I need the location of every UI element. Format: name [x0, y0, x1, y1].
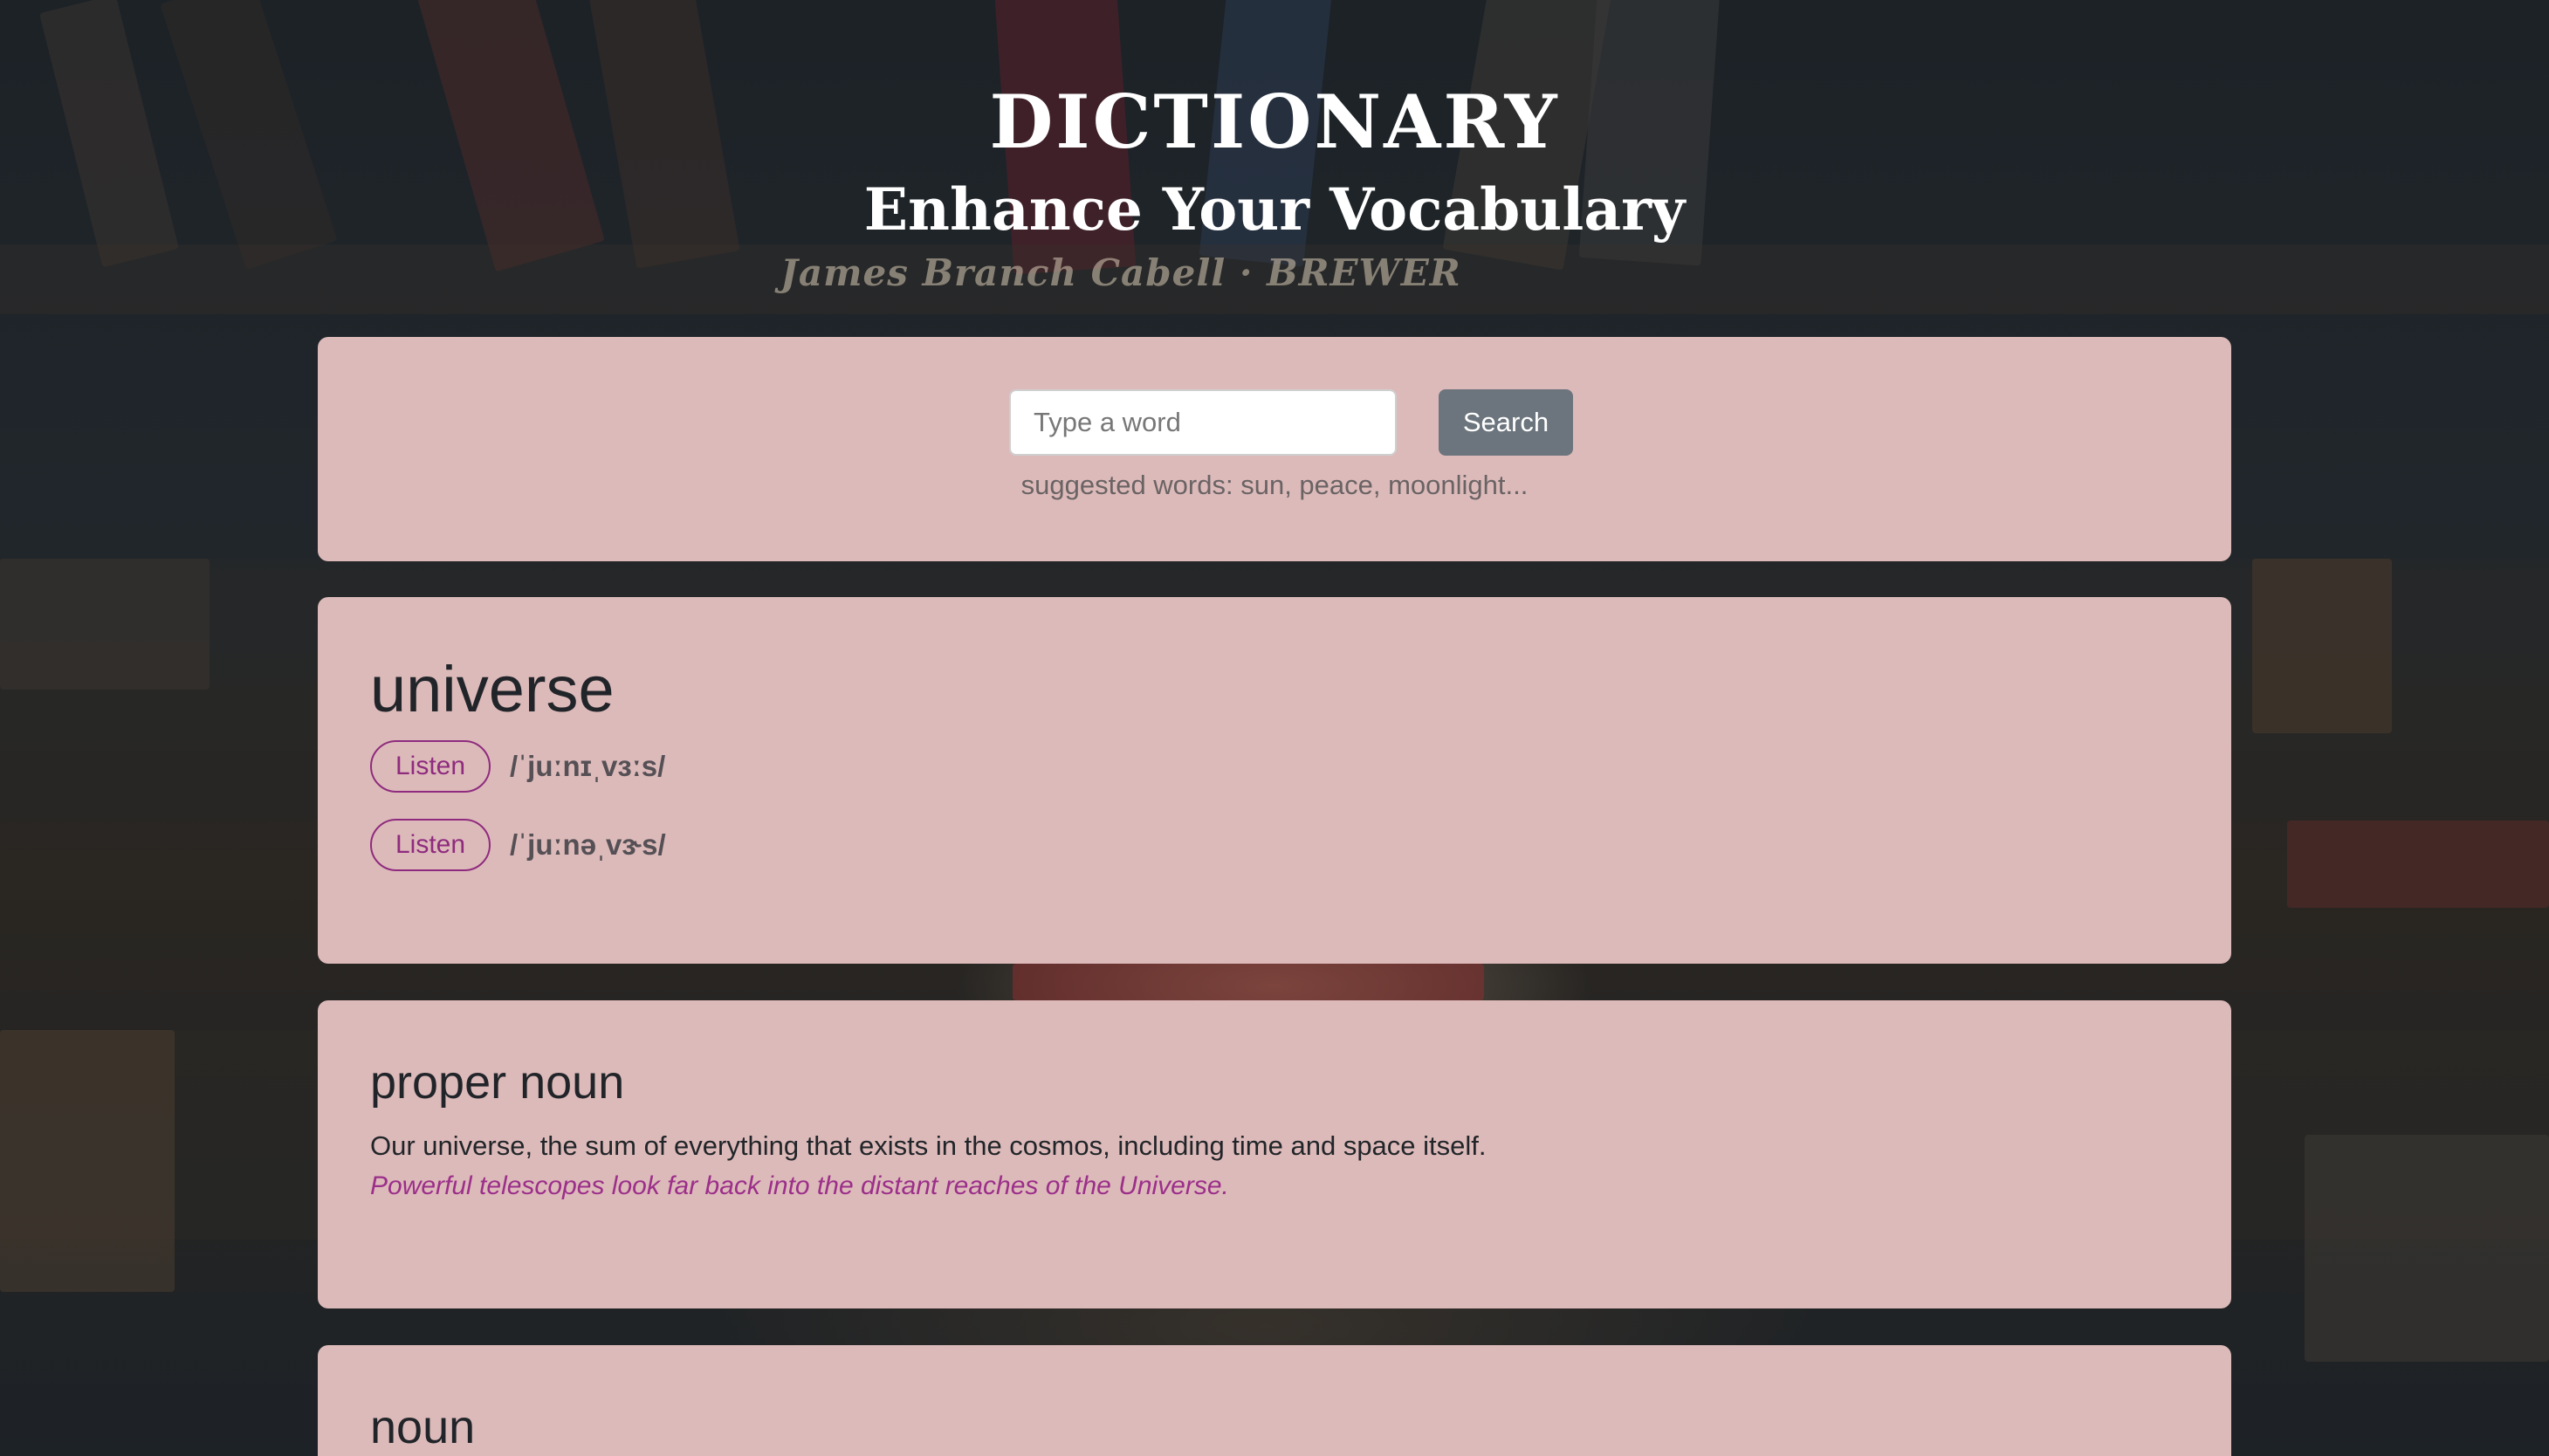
part-of-speech-heading: noun — [370, 1401, 476, 1453]
listen-button[interactable]: Listen — [370, 819, 491, 871]
meaning-card: noun — [318, 1345, 2231, 1456]
phonetic-row: Listen /ˈjuːnɪˌvɜːs/ — [370, 740, 2231, 793]
search-card: Search suggested words: sun, peace, moon… — [318, 337, 2231, 561]
phonetic-text: /ˈjuːnɪˌvɜːs/ — [510, 750, 666, 782]
result-word: universe — [370, 653, 615, 725]
part-of-speech-heading: proper noun — [370, 1056, 625, 1109]
background-book-title-text: James Branch Cabell · BREWER — [780, 251, 1461, 294]
suggested-words-hint: suggested words: sun, peace, moonlight..… — [1020, 470, 1529, 500]
definition-text: Our universe, the sum of everything that… — [370, 1130, 1487, 1161]
page-subtitle: Enhance Your Vocabulary — [863, 175, 1686, 244]
listen-button[interactable]: Listen — [370, 740, 491, 793]
word-result-card: universe Listen /ˈjuːnɪˌvɜːs/ Listen /ˈj… — [318, 597, 2231, 964]
search-button[interactable]: Search — [1439, 389, 1573, 456]
page-title: DICTIONARY — [989, 79, 1560, 165]
page-header: DICTIONARY Enhance Your Vocabulary — [0, 77, 2549, 251]
phonetic-text: /ˈjuːnəˌvɝs/ — [510, 828, 666, 861]
search-form: Search — [1009, 389, 1573, 456]
phonetic-row: Listen /ˈjuːnəˌvɝs/ — [370, 819, 2231, 871]
example-text: Powerful telescopes look far back into t… — [370, 1171, 1229, 1200]
search-input[interactable] — [1009, 389, 1397, 456]
meaning-card: proper noun Our universe, the sum of eve… — [318, 1000, 2231, 1308]
